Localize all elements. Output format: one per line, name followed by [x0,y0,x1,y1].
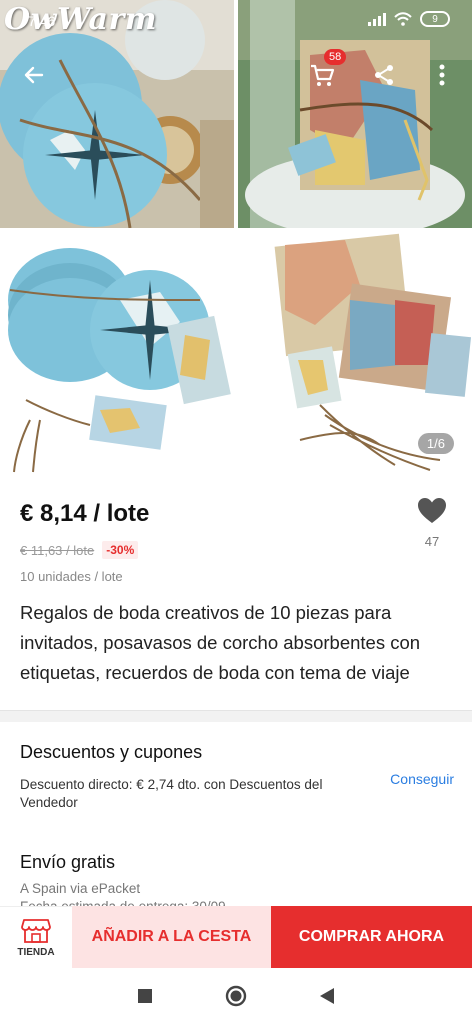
coupons-section-title: Descuentos y cupones [20,742,203,762]
share-icon[interactable] [364,55,404,95]
current-price: € 8,14 / lote [20,500,150,527]
wishlist-count: 47 [424,534,440,549]
battery-level: 9 [432,13,438,25]
gallery-page-indicator: 1/6 [417,433,454,454]
back-icon[interactable] [319,987,335,1005]
brand-watermark: OwWarm [4,2,158,37]
coupon-description: Descuento directo: € 2,74 dto. con Descu… [20,777,323,810]
shipping-title: Envío gratis [20,852,116,872]
cart-count-badge: 58 [324,49,347,65]
wifi-icon [394,12,412,26]
battery-icon: 9 [420,11,450,27]
recent-apps-icon[interactable] [137,988,153,1004]
store-icon [21,918,51,943]
shipping-method: A Spain via ePacket [20,881,141,896]
signal-icon [368,12,386,26]
buy-now-button[interactable]: COMPRAR AHORA [271,906,472,968]
section-divider [0,710,472,722]
cart-icon [311,64,335,86]
add-to-cart-button[interactable]: AÑADIR A LA CESTA [72,906,271,968]
status-bar: OwWarm 7:46 9 [0,0,472,40]
product-title: Regalos de boda creativos de 10 piezas p… [20,602,421,683]
home-icon[interactable] [225,985,247,1007]
back-arrow-icon[interactable] [14,55,54,95]
get-coupon-link[interactable]: Conseguir [390,771,454,787]
units-per-lot: 10 unidades / lote [20,569,123,584]
old-price-row: € 11,63 / lote -30% [20,541,139,559]
status-time: 7:46 [28,13,56,29]
heart-icon [418,498,446,523]
bottom-action-bar: TIENDA AÑADIR A LA CESTA COMPRAR AHORA [0,906,472,968]
discount-badge: -30% [102,541,139,559]
store-label: TIENDA [17,946,55,958]
cart-button[interactable]: 58 [302,49,347,95]
system-navigation-bar [0,968,472,1024]
store-button[interactable]: TIENDA [0,906,72,968]
more-icon[interactable] [422,55,462,95]
wishlist-button[interactable]: 47 [410,497,454,549]
original-price: € 11,63 / lote [20,542,95,558]
product-image-gallery[interactable]: OwWarm 7:46 9 58 1/6 [0,0,472,480]
top-nav-overlay: 58 [0,49,472,99]
status-icons: 9 [368,11,450,27]
